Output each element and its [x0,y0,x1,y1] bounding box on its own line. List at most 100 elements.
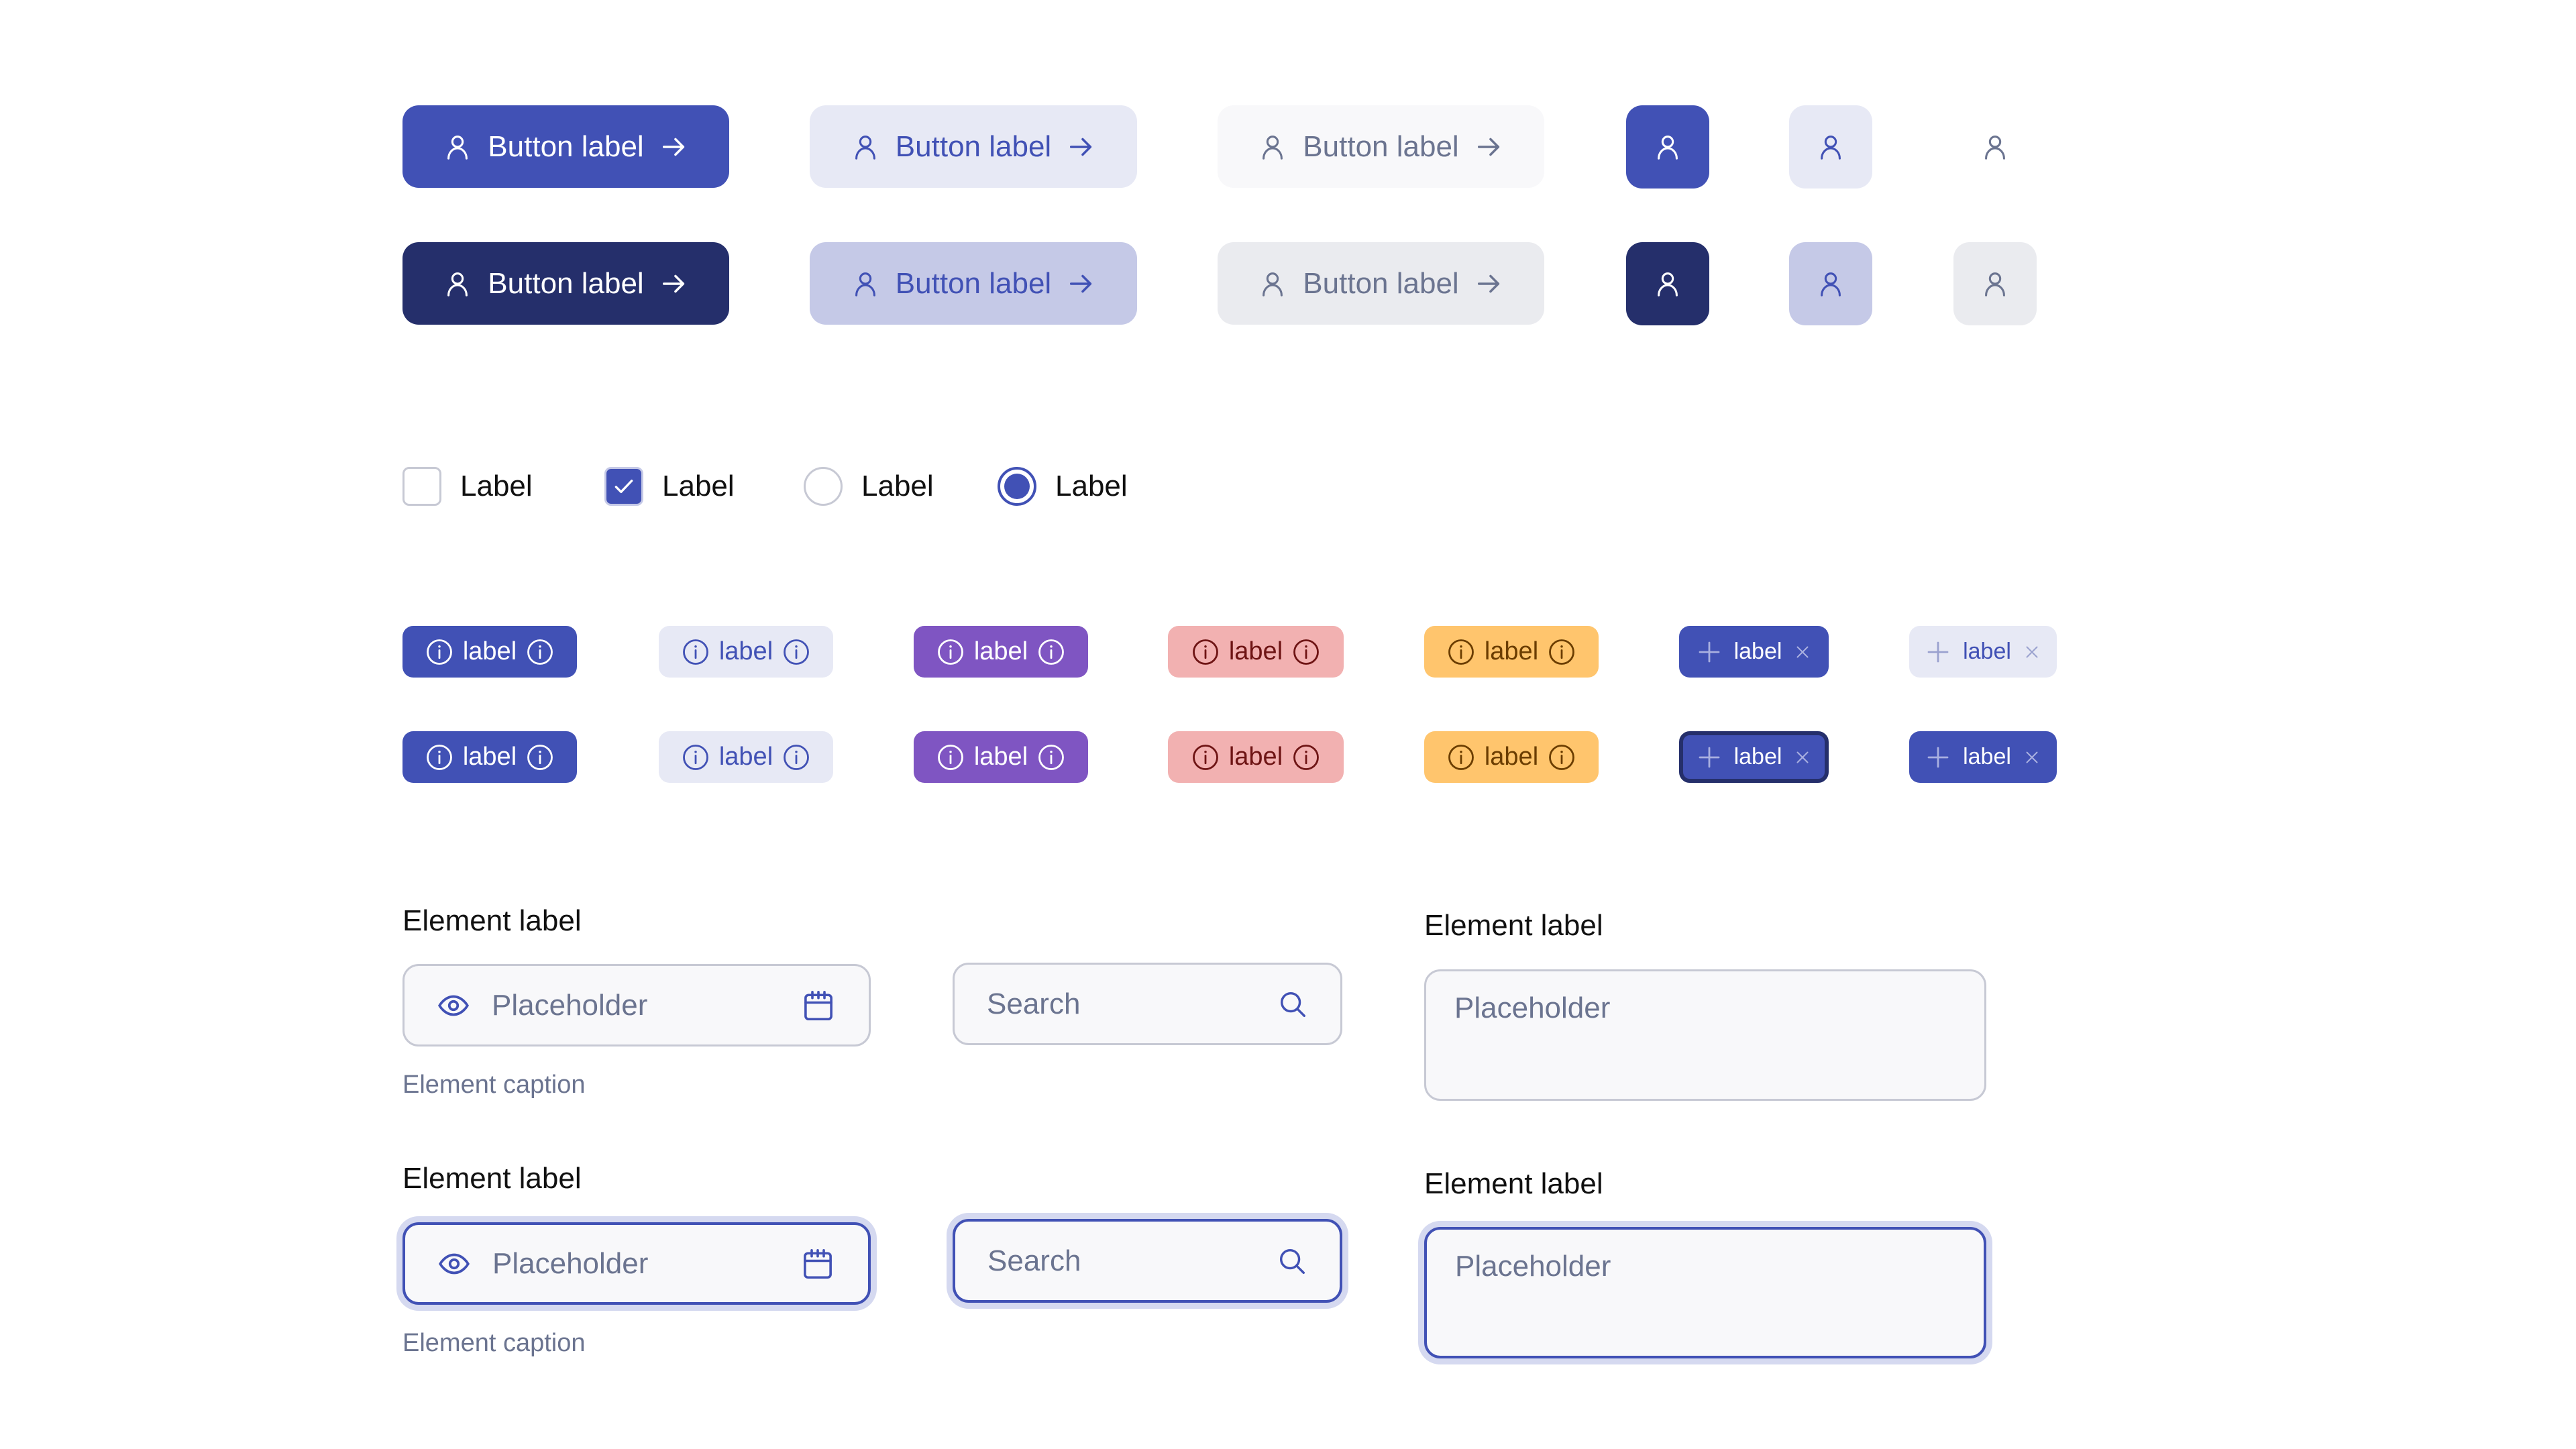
tag-label: label [718,637,773,665]
input-placeholder: Placeholder [492,1246,649,1280]
info-circle-icon [526,638,554,666]
secondary-icon-button-pressed[interactable] [1789,242,1872,325]
info-circle-icon [782,743,810,771]
info-circle-icon [782,638,810,666]
calendar-icon[interactable] [800,987,837,1024]
chip-label: label [1733,744,1782,769]
checkbox-label: Label [460,470,533,502]
checkbox[interactable] [402,467,441,506]
textarea-label: Element label [1424,909,1603,942]
user-icon [1980,131,2010,162]
search-input-focused[interactable]: Search [953,1219,1342,1303]
tag-error: label [1168,731,1344,783]
info-circle-icon [526,743,554,771]
plus-icon[interactable] [1695,743,1723,771]
tag-warning: label [1424,626,1599,678]
checkbox-unchecked[interactable]: Label [402,467,533,506]
button-label: Button label [1303,129,1459,163]
info-circle-icon [1447,638,1475,666]
check-icon [610,473,637,500]
arrow-right-icon [1066,268,1097,299]
plus-icon[interactable] [1924,743,1952,771]
info-circle-icon [936,743,965,771]
info-circle-icon [936,638,965,666]
user-icon [1257,131,1288,162]
user-icon [1257,268,1288,299]
date-input[interactable]: Placeholder [402,964,871,1046]
info-circle-icon [1037,743,1065,771]
secondary-button[interactable]: Button label [810,105,1137,188]
close-icon[interactable] [2022,642,2042,662]
radio[interactable] [998,467,1036,506]
tag-secondary: label [659,626,833,678]
textarea-placeholder: Placeholder [1455,1250,1611,1283]
tertiary-button[interactable]: Button label [1218,105,1544,188]
tag-primary: label [402,626,577,678]
tag-label: label [1228,743,1283,771]
arrow-right-icon [1474,131,1505,162]
calendar-icon[interactable] [800,1246,836,1282]
tag-label: label [718,743,773,771]
input-caption: Element caption [402,1329,586,1357]
arrow-right-icon [659,131,690,162]
plus-icon[interactable] [1695,638,1723,666]
ghost-icon-button[interactable] [1953,105,2037,189]
primary-button-pressed[interactable]: Button label [402,242,729,325]
textarea[interactable]: Placeholder [1424,969,1986,1101]
info-circle-icon [1037,638,1065,666]
input-label: Element label [402,1162,582,1195]
secondary-button-pressed[interactable]: Button label [810,242,1137,325]
close-icon[interactable] [2022,747,2042,767]
plus-icon[interactable] [1924,638,1952,666]
input-placeholder: Placeholder [492,988,648,1022]
checkbox[interactable] [604,467,643,506]
user-icon [1980,268,2010,299]
search-icon[interactable] [1277,1246,1307,1277]
chip-primary[interactable]: label [1909,731,2057,783]
info-circle-icon [1548,638,1576,666]
chip-label: label [1963,744,2011,769]
user-icon [850,131,881,162]
primary-button[interactable]: Button label [402,105,729,188]
primary-icon-button[interactable] [1626,105,1709,189]
search-input[interactable]: Search [953,963,1342,1045]
tertiary-icon-button-pressed[interactable] [1953,242,2037,325]
textarea-focused[interactable]: Placeholder [1424,1227,1986,1358]
chip-secondary[interactable]: label [1909,626,2057,678]
date-input-focused[interactable]: Placeholder [402,1222,871,1305]
tag-label: label [462,637,517,665]
chip-label: label [1963,639,2011,664]
user-icon [1652,268,1683,299]
info-circle-icon [1191,743,1220,771]
search-icon[interactable] [1277,989,1308,1020]
search-placeholder: Search [987,1244,1081,1277]
button-label: Button label [488,266,644,300]
input-caption: Element caption [402,1071,586,1099]
radio-label: Label [1055,470,1128,502]
eye-icon[interactable] [437,989,470,1022]
info-circle-icon [1548,743,1576,771]
primary-icon-button-pressed[interactable] [1626,242,1709,325]
user-icon [1652,131,1683,162]
close-icon[interactable] [1792,642,1813,662]
radio[interactable] [804,467,843,506]
radio-unchecked[interactable]: Label [804,467,934,506]
eye-icon[interactable] [437,1247,471,1281]
radio-dot [1004,474,1030,499]
info-circle-icon [1447,743,1475,771]
info-circle-icon [1292,638,1320,666]
close-icon[interactable] [1792,747,1813,767]
checkbox-label: Label [662,470,735,502]
textarea-placeholder: Placeholder [1454,991,1611,1024]
secondary-icon-button[interactable] [1789,105,1872,189]
textarea-label: Element label [1424,1167,1603,1200]
user-icon [1815,268,1846,299]
radio-checked[interactable]: Label [998,467,1128,506]
info-circle-icon [1191,638,1220,666]
tertiary-button-pressed[interactable]: Button label [1218,242,1544,325]
tag-purple: label [914,731,1088,783]
arrow-right-icon [1066,131,1097,162]
chip-primary[interactable]: label [1679,626,1829,678]
chip-selected[interactable]: label [1679,731,1829,783]
checkbox-checked[interactable]: Label [604,467,735,506]
